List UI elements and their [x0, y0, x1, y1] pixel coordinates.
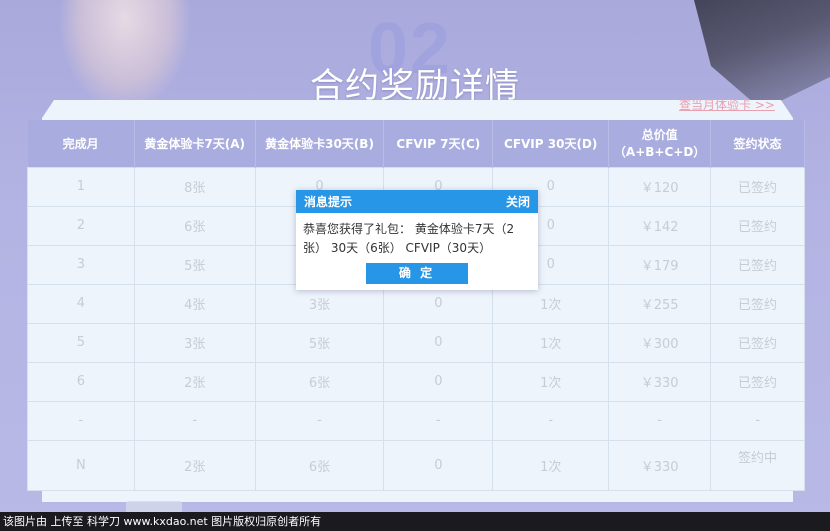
header-cfvip-30: CFVIP 30天(D): [492, 120, 610, 167]
cell-gold-7: 2张: [133, 361, 256, 402]
cell-gold-7: 4张: [133, 283, 256, 324]
cell-gold-30: 6张: [254, 439, 385, 491]
cell-month: 3: [27, 244, 135, 285]
cell-gold-7: 3张: [133, 322, 256, 363]
confirm-button[interactable]: 确 定: [366, 263, 468, 284]
cell-gold-7: 2张: [133, 439, 256, 491]
cell-total: ￥330: [608, 361, 712, 402]
cell-gold-7: 8张: [133, 166, 256, 207]
cell-cfvip-7: 0: [383, 439, 494, 491]
cell-cfvip-30: 1次: [492, 439, 610, 491]
cell-month: N: [27, 439, 135, 491]
cell-cfvip-7: 0: [383, 361, 494, 402]
cell-status: 已签约: [710, 283, 805, 324]
cell-month: 1: [27, 166, 135, 207]
cell-total: ￥142: [608, 205, 712, 246]
header-gold-7: 黄金体验卡7天(A): [134, 120, 256, 167]
cell-status: 已签约: [710, 361, 805, 402]
cell-total: ￥179: [608, 244, 712, 285]
dialog-close-button[interactable]: 关闭: [506, 193, 530, 210]
cell-month: -: [27, 400, 135, 441]
cell-status: 已签约: [710, 244, 805, 285]
cell-cfvip-30: -: [492, 400, 610, 441]
cell-cfvip-7: 0: [383, 322, 494, 363]
month-card-link[interactable]: 查当月体验卡 >>: [679, 96, 775, 113]
dialog-title: 消息提示: [304, 195, 353, 209]
cell-gold-7: -: [133, 400, 256, 441]
cell-month: 4: [27, 283, 135, 324]
dialog-header: 消息提示 关闭: [296, 190, 538, 213]
cell-total: -: [608, 400, 712, 441]
table-row: N 2张 6张 0 1次 ￥330 签约中: [27, 439, 805, 491]
header-month: 完成月: [27, 120, 135, 167]
cell-month: 6: [27, 361, 135, 402]
cell-cfvip-30: 1次: [492, 322, 610, 363]
cell-status: 已签约: [710, 166, 805, 207]
rewards-table: 完成月 黄金体验卡7天(A) 黄金体验卡30天(B) CFVIP 7天(C) C…: [27, 120, 805, 491]
cell-gold-30: 5张: [254, 322, 385, 363]
table-header-row: 完成月 黄金体验卡7天(A) 黄金体验卡30天(B) CFVIP 7天(C) C…: [27, 120, 805, 167]
cell-gold-30: -: [254, 400, 385, 441]
message-dialog: 消息提示 关闭 恭喜您获得了礼包： 黄金体验卡7天（2张） 30天（6张） CF…: [296, 190, 538, 290]
cell-gold-7: 5张: [133, 244, 256, 285]
cell-gold-30: 6张: [254, 361, 385, 402]
cell-cfvip-7: -: [383, 400, 494, 441]
cell-cfvip-30: 1次: [492, 361, 610, 402]
cell-month: 5: [27, 322, 135, 363]
header-cfvip-7: CFVIP 7天(C): [383, 120, 494, 167]
cell-total: ￥330: [608, 439, 712, 491]
header-sign-status: 签约状态: [710, 120, 805, 167]
cell-status: 签约中: [710, 439, 805, 491]
cell-gold-7: 6张: [133, 205, 256, 246]
cell-status: 已签约: [710, 205, 805, 246]
table-row: 5 3张 5张 0 1次 ￥300 已签约: [27, 322, 805, 363]
cell-status: -: [710, 400, 805, 441]
bottom-logo-tab: [126, 501, 182, 512]
header-total-value: 总价值 （A+B+C+D）: [608, 120, 712, 167]
cell-total: ￥300: [608, 322, 712, 363]
header-gold-30: 黄金体验卡30天(B): [255, 120, 385, 167]
cell-month: 2: [27, 205, 135, 246]
cell-total: ￥255: [608, 283, 712, 324]
table-row: 6 2张 6张 0 1次 ￥330 已签约: [27, 361, 805, 402]
cell-status: 已签约: [710, 322, 805, 363]
watermark-footer: 该图片由 上传至 科学刀 www.kxdao.net 图片版权归原创者所有: [0, 512, 830, 531]
dialog-message: 恭喜您获得了礼包： 黄金体验卡7天（2张） 30天（6张） CFVIP（30天）: [303, 222, 515, 255]
cell-total: ￥120: [608, 166, 712, 207]
table-row: - - - - - - -: [27, 400, 805, 441]
